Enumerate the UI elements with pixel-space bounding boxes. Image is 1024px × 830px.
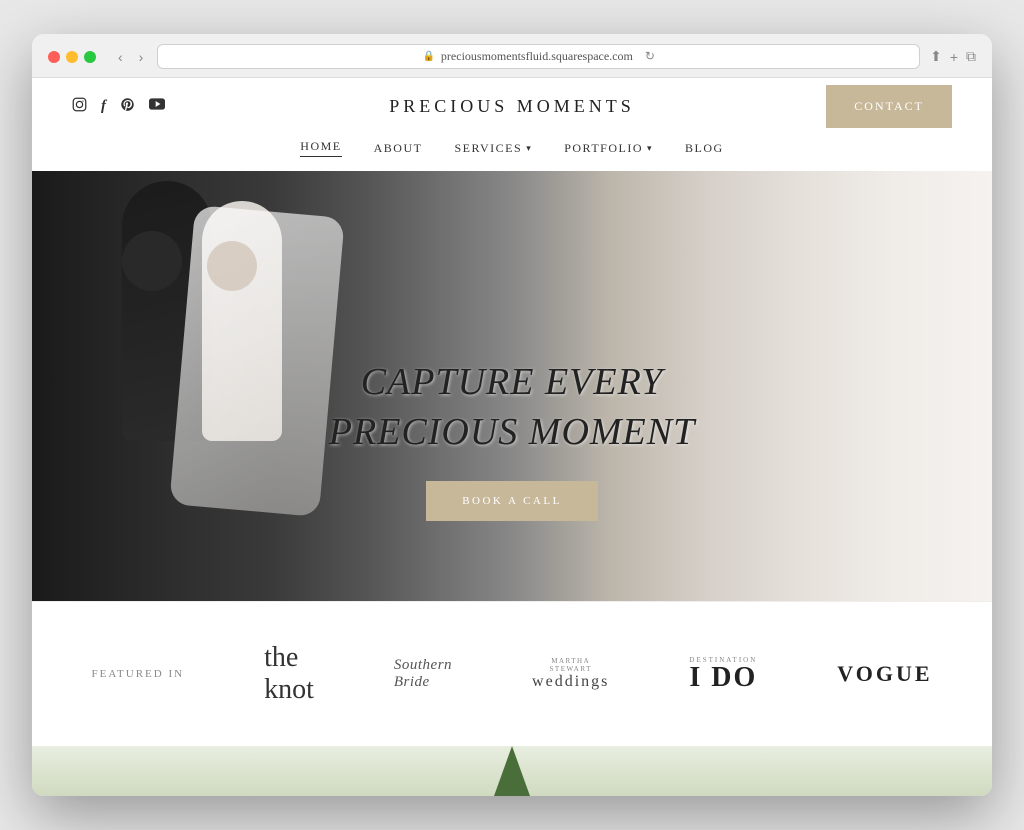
reload-icon[interactable]: ↻ [645, 49, 655, 64]
publication-weddings: Weddings [532, 673, 609, 690]
nav-item-portfolio[interactable]: PORTFOLIO ▾ [564, 139, 653, 157]
browser-controls: ‹ › [114, 47, 147, 67]
browser-actions: ⬆ + ⧉ [930, 48, 976, 65]
nav-item-blog[interactable]: BLOG [685, 139, 724, 157]
new-tab-button[interactable]: + [950, 49, 958, 65]
hero-section: CAPTURE EVERY PRECIOUS MOMENT BOOK A CAL… [32, 171, 992, 601]
lock-icon: 🔒 [422, 51, 434, 62]
site-header: f PRECIOUS MOMENTS CONTACT [32, 78, 992, 129]
back-button[interactable]: ‹ [114, 47, 127, 67]
nav-item-about[interactable]: ABOUT [374, 139, 423, 157]
youtube-icon[interactable] [149, 98, 165, 115]
share-button[interactable]: ⬆ [930, 48, 942, 65]
book-call-button[interactable]: BOOK A CALL [426, 481, 598, 521]
social-icons: f [72, 97, 165, 117]
publication-ido-block: DESTINATION I DO [689, 657, 757, 692]
address-bar[interactable]: 🔒 preciousmomentsfluid.squarespace.com ↻ [157, 44, 920, 69]
publication-vogue: VOGUE [837, 661, 932, 687]
website-content: f PRECIOUS MOMENTS CONTACT [32, 78, 992, 796]
browser-chrome: ‹ › 🔒 preciousmomentsfluid.squarespace.c… [32, 34, 992, 78]
tree-icon [494, 746, 530, 796]
publication-southern-bride: Southern Bride [394, 657, 452, 691]
site-title: PRECIOUS MOMENTS [389, 96, 635, 117]
nav-item-services[interactable]: SERVICES ▾ [454, 139, 532, 157]
url-text: preciousmomentsfluid.squarespace.com [441, 49, 633, 64]
portfolio-dropdown-icon: ▾ [647, 143, 653, 154]
tree-preview [32, 746, 992, 796]
minimize-button[interactable] [66, 51, 78, 63]
duplicate-button[interactable]: ⧉ [966, 48, 976, 65]
instagram-icon[interactable] [72, 97, 87, 117]
maximize-button[interactable] [84, 51, 96, 63]
site-navigation: HOME ABOUT SERVICES ▾ PORTFOLIO ▾ BLOG [32, 129, 992, 171]
facebook-icon[interactable]: f [101, 98, 106, 115]
forward-button[interactable]: › [135, 47, 148, 67]
publication-the-knot: the knot [264, 642, 314, 706]
hero-heading: CAPTURE EVERY PRECIOUS MOMENT [32, 358, 992, 457]
close-button[interactable] [48, 51, 60, 63]
browser-window: ‹ › 🔒 preciousmomentsfluid.squarespace.c… [32, 34, 992, 796]
services-dropdown-icon: ▾ [526, 143, 532, 154]
pinterest-icon[interactable] [120, 97, 135, 117]
publication-ido: I DO [689, 662, 757, 693]
hero-content: CAPTURE EVERY PRECIOUS MOMENT BOOK A CAL… [32, 358, 992, 521]
contact-button[interactable]: CONTACT [826, 85, 952, 128]
traffic-lights [48, 51, 96, 63]
site-title-block: PRECIOUS MOMENTS [389, 96, 635, 117]
featured-section: FEATURED IN the knot Southern Bride mart… [32, 601, 992, 746]
featured-label: FEATURED IN [92, 668, 185, 680]
publication-weddings-block: martha stewart Weddings [532, 657, 609, 691]
nav-item-home[interactable]: HOME [300, 139, 341, 157]
